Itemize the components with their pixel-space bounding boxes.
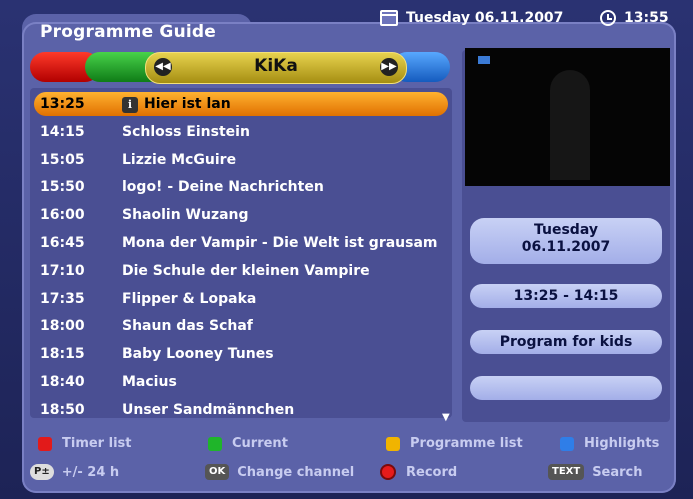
- programme-title-text: Shaun das Schaf: [122, 318, 253, 335]
- current-label: Current: [232, 436, 288, 451]
- programme-title: Unser Sandmännchen: [122, 402, 294, 418]
- programme-time: 18:50: [40, 401, 85, 418]
- change-channel-button[interactable]: OK Change channel: [205, 464, 354, 480]
- search-label: Search: [592, 464, 643, 480]
- programme-title-text: Shaolin Wuzang: [122, 207, 249, 224]
- programme-row[interactable]: 15:50 logo! - Deine Nachrichten: [34, 175, 448, 199]
- programme-row[interactable]: 18:15 Baby Looney Tunes: [34, 342, 448, 366]
- plus-minus-label: +/- 24 h: [61, 464, 120, 480]
- programme-time: 18:00: [40, 318, 85, 335]
- programme-list-label: Programme list: [410, 436, 523, 451]
- change-channel-label: Change channel: [237, 464, 355, 480]
- tv-screen: Programme Guide Tuesday 06.11.2007 13:55…: [0, 0, 693, 499]
- programme-row[interactable]: 18:00 Shaun das Schaf: [34, 314, 448, 338]
- programme-row[interactable]: 18:40 Macius: [34, 370, 448, 394]
- programme-list-button[interactable]: Programme list: [386, 436, 523, 451]
- programme-time: 13:25: [40, 96, 85, 112]
- record-label: Record: [406, 464, 458, 480]
- text-icon: TEXT: [548, 464, 585, 480]
- programme-row[interactable]: 18:50 Unser Sandmännchen: [34, 398, 448, 422]
- programme-title: Macius: [122, 374, 177, 390]
- programme-title-text: Hier ist lan: [144, 95, 231, 112]
- programme-time: 16:45: [40, 235, 85, 251]
- programme-time: 16:00: [40, 207, 85, 224]
- timer-list-button[interactable]: Timer list: [38, 436, 132, 451]
- forward-icon[interactable]: ▶▶: [380, 58, 398, 76]
- programme-title: Mona der Vampir - Die Welt ist grausam: [122, 235, 438, 251]
- programme-title: Flipper & Lopaka: [122, 291, 256, 307]
- programme-row[interactable]: 15:05 Lizzie McGuire: [34, 148, 448, 172]
- detail-date: Tuesday 06.11.2007: [470, 218, 662, 264]
- record-button[interactable]: Record: [380, 464, 457, 480]
- current-date: Tuesday 06.11.2007: [406, 10, 564, 26]
- channel-selector-bar: ◀◀ KiKa ▶▶: [30, 52, 450, 84]
- programme-title-text: Mona der Vampir - Die Welt ist grausam: [122, 235, 438, 251]
- clock-icon: [600, 10, 616, 26]
- record-icon: [380, 464, 396, 480]
- programme-time: 18:40: [40, 374, 85, 390]
- search-button[interactable]: TEXT Search: [548, 464, 643, 480]
- plus-minus-24h-button[interactable]: P± +/- 24 h: [30, 464, 119, 480]
- programme-title-text: Macius: [122, 374, 177, 390]
- programme-row[interactable]: 16:00 Shaolin Wuzang: [34, 203, 448, 227]
- detail-date-value: 06.11.2007: [521, 239, 611, 255]
- programme-title-text: Die Schule der kleinen Vampire: [122, 262, 370, 279]
- programme-title-text: Unser Sandmännchen: [122, 401, 295, 418]
- page-title: Programme Guide: [40, 22, 217, 42]
- blue-key-icon: [560, 436, 574, 451]
- programme-title: Baby Looney Tunes: [122, 346, 274, 362]
- programme-row[interactable]: 16:45 Mona der Vampir - Die Welt ist grau…: [34, 231, 448, 255]
- programme-time: 15:05: [40, 151, 85, 168]
- yellow-key-icon: [386, 436, 400, 451]
- programme-time: 15:50: [40, 179, 85, 196]
- current-time: 13:55: [624, 10, 669, 26]
- programme-title-text: Schloss Einstein: [122, 123, 250, 140]
- date-display: Tuesday 06.11.2007: [380, 10, 563, 26]
- programme-title: Schloss Einstein: [122, 124, 250, 140]
- highlights-label: Highlights: [584, 436, 660, 451]
- info-icon: i: [122, 96, 138, 113]
- programme-time: 18:15: [40, 346, 85, 363]
- detail-day: Tuesday: [534, 222, 598, 238]
- channel-logo-icon: [478, 56, 490, 64]
- plus-minus-icon: P±: [30, 464, 54, 480]
- detail-genre: Program for kids: [470, 330, 662, 354]
- detail-extra: [470, 376, 662, 400]
- programme-row[interactable]: 17:35 Flipper & Lopaka: [34, 287, 448, 311]
- video-silhouette: [550, 70, 590, 180]
- highlights-button[interactable]: Highlights: [560, 436, 659, 451]
- programme-row[interactable]: 17:10 Die Schule der kleinen Vampire: [34, 259, 448, 283]
- timer-list-label: Timer list: [62, 436, 132, 451]
- scroll-down-icon[interactable]: ▼: [442, 412, 450, 423]
- detail-timespan: 13:25 - 14:15: [470, 284, 662, 308]
- programme-title: i Hier ist lan: [122, 96, 231, 113]
- current-button[interactable]: Current: [208, 436, 288, 451]
- programme-title-text: Baby Looney Tunes: [122, 346, 274, 363]
- programme-title: Lizzie McGuire: [122, 152, 236, 168]
- footer-legend: Timer list Current Programme list Highli…: [0, 428, 693, 488]
- programme-title: Die Schule der kleinen Vampire: [122, 263, 370, 279]
- programme-title-text: logo! - Deine Nachrichten: [122, 179, 324, 196]
- calendar-icon: [380, 10, 398, 26]
- programme-time: 17:35: [40, 290, 85, 307]
- programme-title-text: Flipper & Lopaka: [122, 290, 257, 307]
- ok-icon: OK: [205, 464, 230, 480]
- programme-time: 17:10: [40, 262, 85, 279]
- programme-title: Shaolin Wuzang: [122, 207, 249, 223]
- time-display: 13:55: [600, 10, 669, 26]
- programme-row[interactable]: 14:15 Schloss Einstein: [34, 120, 448, 144]
- programme-title: Shaun das Schaf: [122, 318, 253, 334]
- programme-row[interactable]: 13:25 i Hier ist lan: [34, 92, 448, 116]
- programme-title: logo! - Deine Nachrichten: [122, 179, 324, 195]
- channel-selector[interactable]: ◀◀ KiKa ▶▶: [145, 52, 407, 84]
- programme-time: 14:15: [40, 123, 85, 140]
- green-key-icon: [208, 436, 222, 451]
- red-key-icon: [38, 436, 52, 451]
- programme-title-text: Lizzie McGuire: [122, 151, 237, 168]
- channel-name: KiKa: [254, 56, 298, 76]
